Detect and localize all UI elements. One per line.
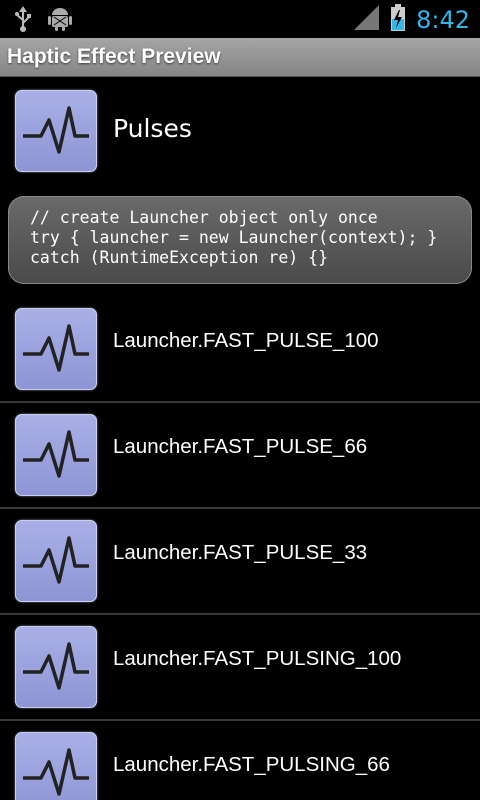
code-snippet: // create Launcher object only once try … (8, 196, 472, 284)
list-item[interactable]: Launcher.FAST_PULSE_33 (0, 508, 480, 614)
clock: 8:42 (416, 6, 470, 34)
waveform-icon (15, 520, 97, 602)
status-bar: 8:42 (0, 0, 480, 38)
android-debug-icon (48, 6, 72, 36)
list-item[interactable]: Launcher.FAST_PULSING_66 (0, 720, 480, 800)
waveform-icon (15, 308, 97, 390)
list-item-label: Launcher.FAST_PULSING_100 (113, 647, 402, 670)
list-item[interactable]: Launcher.FAST_PULSE_100 (0, 296, 480, 402)
list-item-label: Launcher.FAST_PULSE_33 (113, 541, 368, 564)
waveform-icon (15, 414, 97, 496)
usb-icon (14, 6, 32, 36)
code-line: try { launcher = new Launcher(context); … (30, 228, 438, 247)
section-header-label: Pulses (113, 114, 192, 143)
code-line: // create Launcher object only once (30, 208, 378, 227)
page-title: Haptic Effect Preview (7, 45, 221, 68)
waveform-icon (15, 626, 97, 708)
list-item[interactable]: Launcher.FAST_PULSING_100 (0, 614, 480, 720)
signal-icon (354, 5, 380, 35)
section-header: Pulses (0, 84, 480, 184)
waveform-icon (15, 732, 97, 800)
list-item[interactable]: Launcher.FAST_PULSE_66 (0, 402, 480, 508)
code-line: catch (RuntimeException re) {} (30, 248, 329, 267)
battery-charging-icon (390, 4, 406, 36)
list-item-label: Launcher.FAST_PULSE_100 (113, 329, 379, 352)
waveform-icon (15, 90, 97, 172)
list-item-label: Launcher.FAST_PULSING_66 (113, 753, 390, 776)
title-bar: Haptic Effect Preview (0, 38, 480, 77)
list-item-label: Launcher.FAST_PULSE_66 (113, 435, 368, 458)
